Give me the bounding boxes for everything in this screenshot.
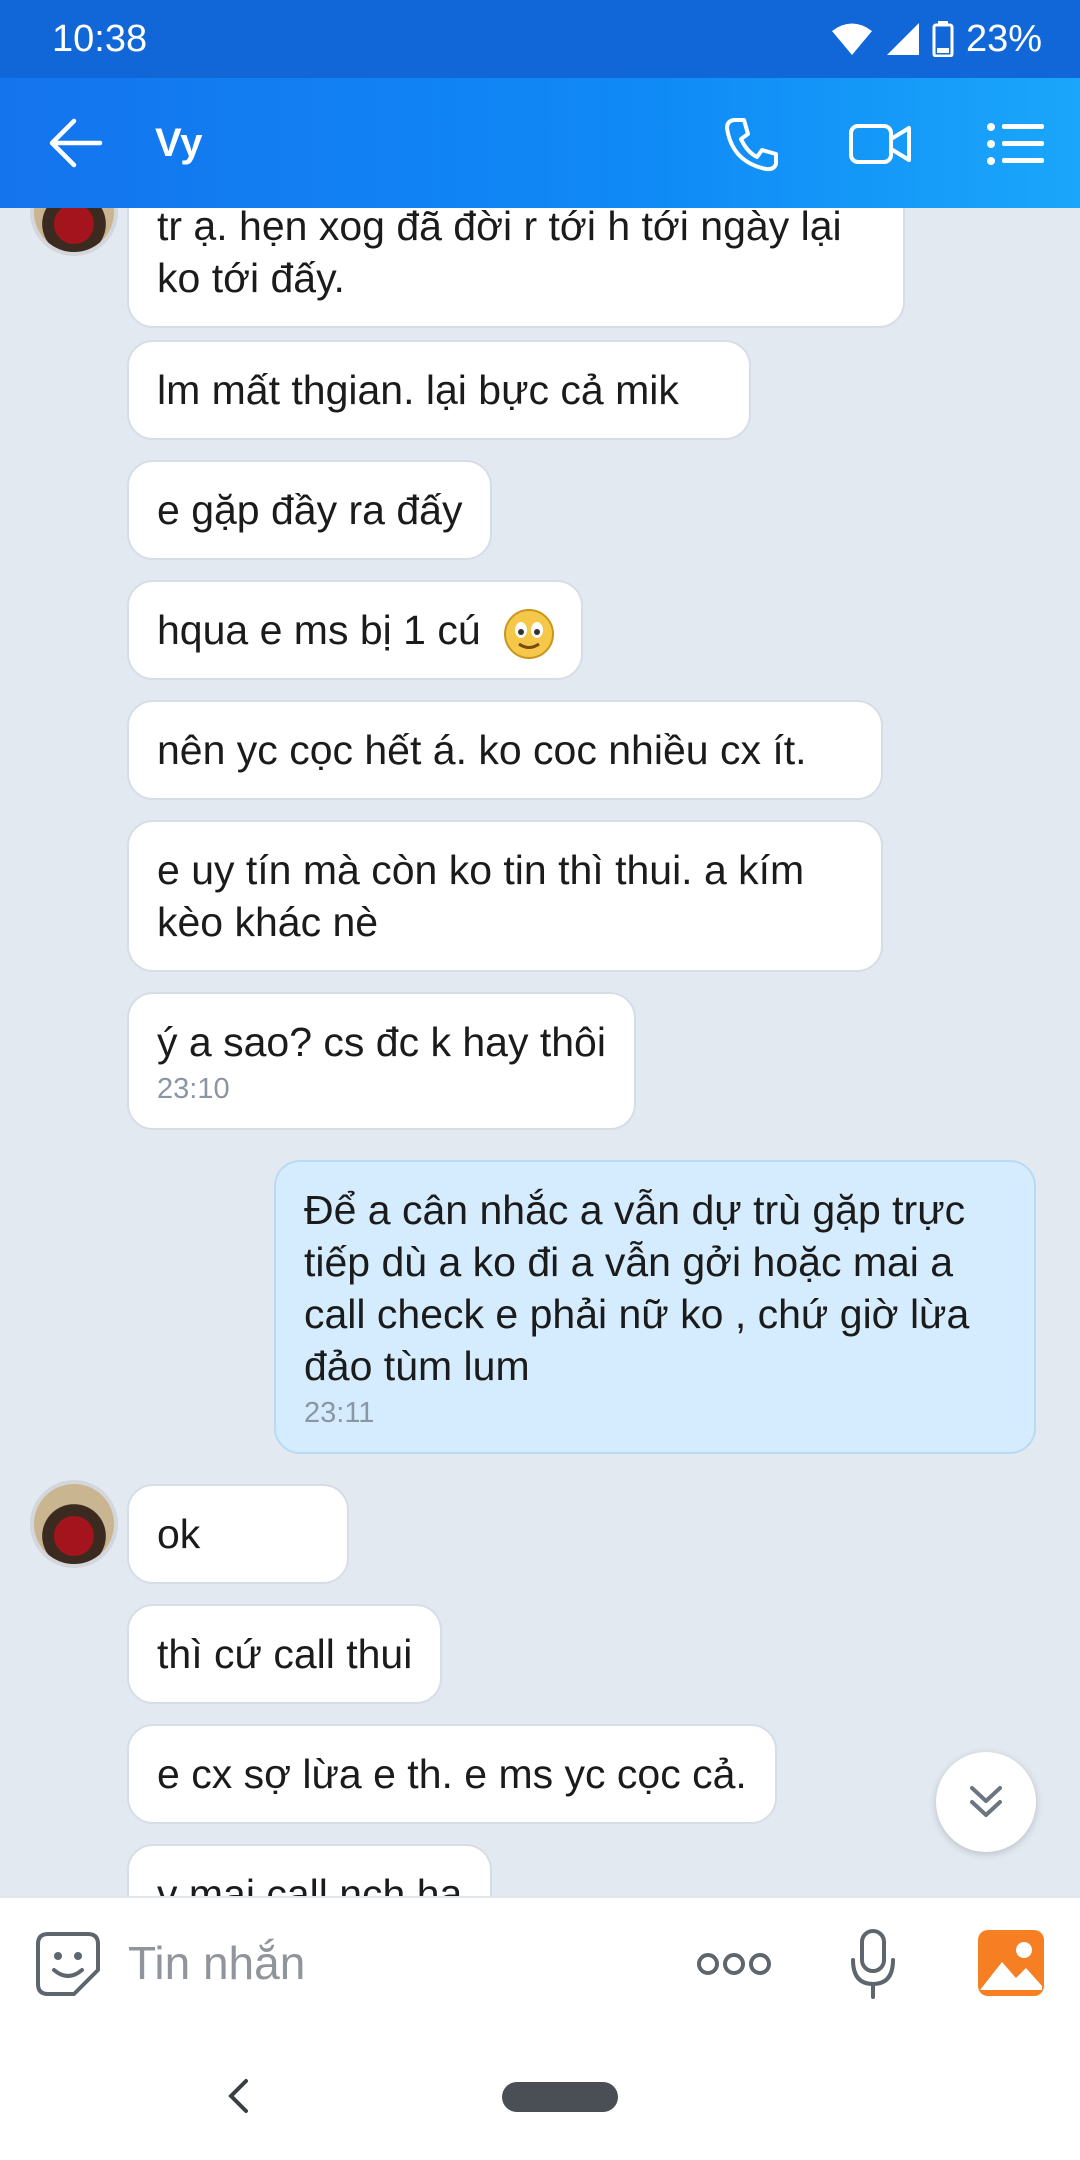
message-bubble[interactable]: thì cứ call thui: [127, 1604, 443, 1704]
message-bubble[interactable]: ok: [127, 1484, 349, 1584]
message-bubble[interactable]: nên yc cọc hết á. ko coc nhiều cx ít.: [127, 700, 883, 800]
more-dots-icon[interactable]: [696, 1950, 772, 1978]
message-text: e gặp đầy ra đấy: [157, 487, 463, 533]
message-text: lm mất thgian. lại bực cả mik: [157, 367, 679, 413]
message-time: 23:10: [157, 1073, 230, 1105]
sticker-icon[interactable]: [34, 1930, 102, 1998]
message-bubble[interactable]: hqua e ms bị 1 cú: [127, 580, 583, 680]
message-text: e cx sợ lừa e th. e ms yc cọc cả.: [157, 1751, 747, 1797]
arrow-left-icon[interactable]: [48, 118, 104, 168]
message-text: thì cứ call thui: [157, 1631, 413, 1677]
system-navigation-bar: [0, 2028, 1080, 2160]
chevron-double-down-icon: [970, 1786, 1002, 1817]
message-text: ok: [157, 1511, 201, 1557]
message-input[interactable]: Tin nhắn: [128, 1936, 305, 1990]
message-input-bar: Tin nhắn: [0, 1896, 1080, 2028]
signal-icon: [886, 23, 919, 55]
battery-level: 23%: [965, 17, 1042, 60]
message-bubble[interactable]: e gặp đầy ra đấy: [127, 460, 493, 560]
status-icons: 23%: [830, 18, 1042, 61]
message-text: nên yc cọc hết á. ko coc nhiều cx ít.: [157, 727, 807, 773]
message-list[interactable]: tr ạ. hẹn xog đã đời r tới h tới ngày lạ…: [0, 208, 1080, 1896]
message-text: Để a cân nhắc a vẫn dự trù gặp trực tiếp…: [304, 1187, 970, 1389]
avatar[interactable]: [30, 1480, 118, 1568]
wifi-icon: [831, 23, 872, 55]
message-bubble[interactable]: lm mất thgian. lại bực cả mik: [127, 340, 751, 440]
nav-back-icon[interactable]: [226, 2078, 250, 2114]
avatar[interactable]: [30, 208, 118, 256]
list-icon[interactable]: [984, 112, 1048, 176]
status-time: 10:38: [52, 17, 148, 60]
message-text: hqua e ms bị 1 cú: [157, 607, 481, 653]
smiley-emoji-icon: [503, 609, 554, 659]
image-icon[interactable]: [976, 1928, 1046, 1998]
chat-header: Vy: [0, 78, 1080, 208]
message-text: e uy tín mà còn ko tin thì thui. a kím k…: [157, 847, 805, 945]
microphone-icon[interactable]: [848, 1928, 898, 2000]
message-time: 23:11: [304, 1397, 375, 1429]
home-pill[interactable]: [502, 2082, 618, 2112]
message-text: v mai call nch hạ: [157, 1871, 463, 1896]
battery-icon: [932, 21, 954, 57]
message-bubble[interactable]: tr ạ. hẹn xog đã đời r tới h tới ngày lạ…: [127, 208, 905, 328]
message-bubble[interactable]: ý a sao? cs đc k hay thôi 23:10: [127, 992, 636, 1130]
message-text: tr ạ. hẹn xog đã đời r tới h tới ngày lạ…: [157, 208, 842, 301]
status-bar: 10:38 23%: [0, 0, 1080, 78]
message-bubble[interactable]: e uy tín mà còn ko tin thì thui. a kím k…: [127, 820, 883, 972]
phone-icon[interactable]: [720, 112, 784, 176]
scroll-to-bottom-button[interactable]: [936, 1752, 1036, 1852]
video-camera-icon[interactable]: [848, 112, 912, 176]
message-text: ý a sao? cs đc k hay thôi: [157, 1019, 606, 1065]
message-bubble[interactable]: v mai call nch hạ: [127, 1844, 493, 1896]
message-bubble[interactable]: e cx sợ lừa e th. e ms yc cọc cả.: [127, 1724, 777, 1824]
contact-name[interactable]: Vy: [155, 121, 202, 166]
sent-message-bubble[interactable]: Để a cân nhắc a vẫn dự trù gặp trực tiếp…: [274, 1160, 1036, 1454]
